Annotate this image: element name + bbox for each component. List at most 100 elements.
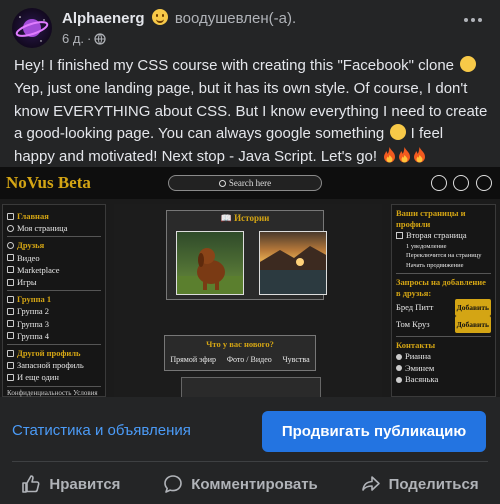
clone-sidebar-title: Другой профиль (17, 348, 81, 359)
clone-contact: Рианна (396, 351, 491, 363)
clone-sidebar-item: Группа 3 (7, 318, 101, 330)
clone-sidebar-item: Видео (7, 252, 101, 264)
clone-search-bar: Search here (168, 175, 322, 191)
search-icon (218, 180, 226, 187)
clone-sidebar-title: Главная (17, 211, 49, 221)
clone-left-sidebar: Главная Моя страница Друзья Видео Market… (2, 204, 106, 397)
contact-dot-icon (396, 365, 402, 372)
share-button[interactable]: Поделиться (361, 474, 479, 494)
author-line: Alphaenerg воодушевлен(-а). (62, 9, 296, 27)
profile-icon (7, 349, 14, 357)
clone-search-placeholder: Search here (228, 178, 272, 188)
clone-stories-card: 📖 Истории (166, 210, 327, 300)
friends-icon (7, 242, 14, 249)
group-icon (7, 320, 14, 328)
clone-sidebar-item: Группа 4 (7, 330, 101, 342)
promote-post-button[interactable]: Продвигать публикацию (262, 411, 486, 452)
clone-page-sub-item: 1 уведомление (406, 242, 447, 250)
post-text-1: Hey! I finished my CSS course with creat… (14, 57, 455, 74)
user-icon (7, 224, 14, 232)
clone-photo-option: Фото / Видео (226, 355, 272, 364)
divider (12, 461, 488, 462)
share-icon (361, 476, 380, 491)
home-icon (7, 212, 14, 220)
clone-sidebar-item: Группа 2 (7, 305, 101, 317)
clone-second-page-label: Вторая страница (406, 230, 467, 240)
fire-icon (414, 147, 426, 163)
promotion-bar: Статистика и объявления Продвигать публи… (0, 400, 500, 460)
post-actions: Нравится Комментировать Поделиться (0, 466, 500, 502)
divider (7, 385, 101, 387)
post-time[interactable]: 6 д. (62, 31, 84, 46)
feeling-text: воодушевлен(-а). (174, 10, 297, 27)
stats-and-ads-link[interactable]: Статистика и объявления (12, 422, 191, 439)
clone-sidebar-label: Marketplace (17, 264, 60, 275)
clone-sidebar-item: Запасной профиль (7, 359, 101, 371)
clone-sidebar-title: Друзья (17, 240, 45, 251)
comment-button[interactable]: Комментировать (163, 474, 318, 494)
clone-page-sub-item: Переключится на страницу (406, 252, 482, 259)
meta-separator: · (87, 31, 92, 46)
post-meta: 6 д. · (62, 31, 106, 46)
comment-icon (164, 475, 183, 493)
clone-sidebar-title: Группа 1 (17, 294, 52, 305)
like-button[interactable]: Нравится (21, 474, 120, 494)
group-icon (7, 308, 14, 316)
clone-pages-title: Ваши страницы и профили (396, 208, 466, 229)
more-options-button[interactable] (458, 8, 488, 32)
clone-second-page: Вторая страница (396, 230, 491, 242)
clone-sidebar-group: Группа 1 (7, 293, 101, 305)
clone-add-friend-button: Добавить (454, 316, 491, 333)
clone-whats-new-title: Что у вас нового? (206, 339, 274, 349)
clone-sidebar-item: Моя страница (7, 222, 101, 234)
clone-friend-request: Том Круз Добавить (396, 316, 491, 333)
chat-icon (431, 175, 447, 191)
contact-dot-icon (396, 353, 402, 360)
clone-whats-new-options: Прямой эфир Фото / Видео Чувства (165, 355, 315, 364)
author-avatar[interactable] (12, 8, 52, 48)
clone-stories-title: 📖 Истории (220, 213, 270, 223)
divider (7, 290, 101, 292)
globe-icon (94, 32, 106, 45)
clone-contact-name: Эминем (405, 362, 435, 373)
clone-contact-name: Васянька (405, 374, 439, 384)
clone-sidebar-label: Запасной профиль (17, 360, 84, 371)
story-dog-photo (176, 231, 244, 295)
divider (7, 236, 101, 238)
clone-contact: Васянька (396, 374, 491, 386)
post-header: Alphaenerg воодушевлен(-а). 6 д. · (0, 0, 500, 52)
clone-contact: Эминем (396, 363, 491, 375)
clone-post-placeholder (181, 377, 321, 397)
clone-topbar: NoVus Beta Search here (0, 167, 500, 199)
fire-icon (399, 147, 411, 163)
group-icon (7, 332, 14, 340)
post-image[interactable]: NoVus Beta Search here Главная Моя стран… (0, 167, 500, 397)
author-name[interactable]: Alphaenerg (62, 10, 145, 27)
clone-sidebar-item: Игры (7, 276, 101, 288)
dot-icon (471, 18, 475, 22)
clone-sidebar-label: Моя страница (17, 223, 68, 234)
fire-icon (384, 147, 396, 163)
clone-page-sub-item: Начать продвижение (406, 261, 464, 269)
clone-live-option: Прямой эфир (170, 355, 216, 364)
clone-stories-label: Истории (234, 213, 270, 223)
clone-sidebar-home: Главная (7, 210, 101, 222)
post-body: Hey! I finished my CSS course with creat… (14, 55, 488, 169)
clone-friend-name: Том Круз (396, 319, 430, 329)
clone-sidebar-footer: Конфиденциальность Условия (7, 388, 98, 397)
profile-icon (7, 374, 14, 382)
clone-sidebar-label: И еще один (17, 372, 59, 383)
story-sunset-photo (259, 231, 327, 295)
contact-dot-icon (396, 376, 402, 383)
clone-sidebar-item: И еще один (7, 371, 101, 383)
profile-icon (476, 175, 492, 191)
clone-sidebar-label: Видео (17, 252, 40, 263)
dot-icon (478, 18, 482, 22)
clone-sidebar-label: Группа 3 (17, 318, 50, 329)
clone-friend-request: Бред Питт Добавить (396, 299, 491, 316)
like-label: Нравится (49, 475, 121, 493)
clone-sidebar-label: Игры (17, 277, 37, 288)
dot-icon (464, 18, 468, 22)
clone-sidebar-profile: Другой профиль (7, 347, 101, 359)
group-icon (7, 295, 14, 303)
